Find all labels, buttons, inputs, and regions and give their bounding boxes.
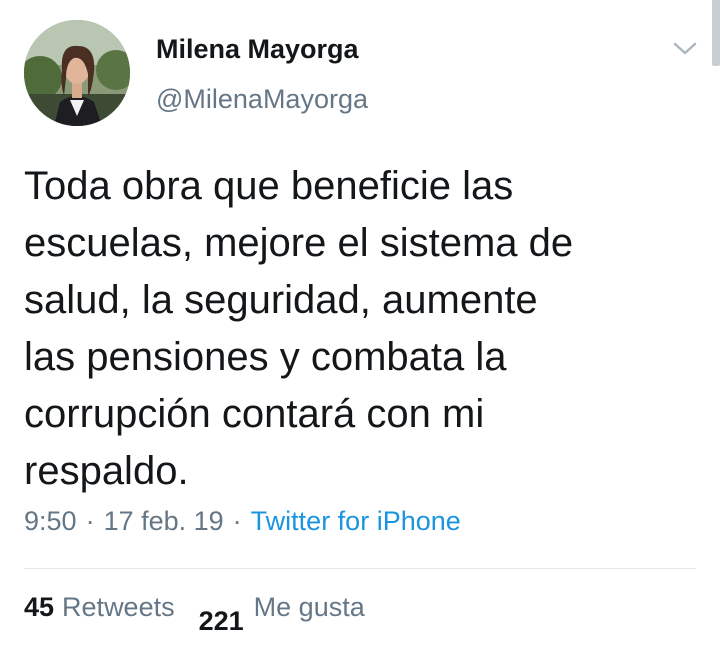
tweet-text: Toda obra que beneficie las escuelas, me… xyxy=(24,164,574,493)
avatar[interactable] xyxy=(24,20,130,126)
retweets-label: Retweets xyxy=(62,592,175,622)
likes-count: 221 xyxy=(198,606,244,636)
retweets-stat[interactable]: 45 Retweets xyxy=(24,592,175,623)
avatar-photo xyxy=(24,20,130,126)
tweet-source-link[interactable]: Twitter for iPhone xyxy=(251,506,461,537)
meta-separator: · xyxy=(85,506,95,536)
display-name[interactable]: Milena Mayorga xyxy=(156,34,359,65)
user-handle[interactable]: @MilenaMayorga xyxy=(156,84,368,115)
divider xyxy=(24,568,696,569)
tweet-stats: 45 Retweets 221 Me gusta xyxy=(24,592,365,648)
tweet-card: Milena Mayorga @MilenaMayorga Toda obra … xyxy=(0,0,720,648)
meta-separator: · xyxy=(232,506,242,536)
tweet-date: 17 feb. 19 xyxy=(103,506,224,536)
chevron-down-icon[interactable] xyxy=(670,38,700,60)
scrollbar[interactable] xyxy=(712,0,720,66)
tweet-time: 9:50 xyxy=(24,506,77,536)
likes-label: Me gusta xyxy=(253,592,365,622)
retweets-count: 45 xyxy=(24,592,55,622)
tweet-meta: 9:50 · 17 feb. 19 · Twitter for iPhone xyxy=(24,506,461,537)
likes-stat[interactable]: 221 Me gusta xyxy=(199,592,365,636)
